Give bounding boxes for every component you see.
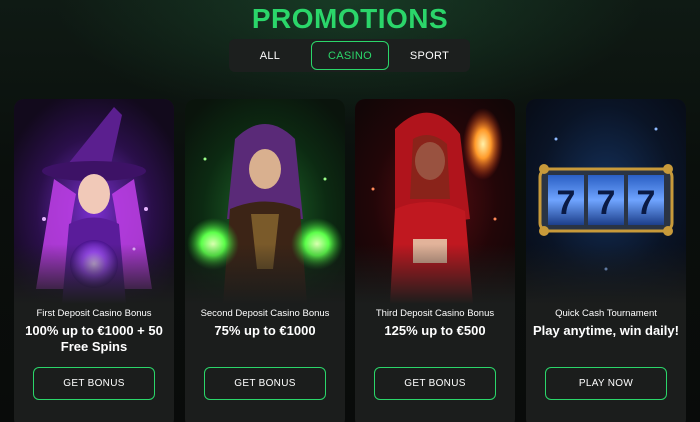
get-bonus-button[interactable]: GET BONUS bbox=[33, 367, 155, 400]
promo-offer: 100% up to €1000 + 50 Free Spins bbox=[25, 323, 163, 354]
promotions-page: PROMOTIONS ALL CASINO SPORT First Deposi… bbox=[0, 0, 700, 422]
slot-machine-777-illustration: 7 7 7 bbox=[526, 99, 686, 304]
tab-sport[interactable]: SPORT bbox=[389, 41, 470, 70]
promo-offer: 75% up to €1000 bbox=[214, 323, 316, 338]
purple-witch-illustration bbox=[14, 99, 174, 304]
tab-casino[interactable]: CASINO bbox=[311, 41, 389, 70]
promo-offer: Play anytime, win daily! bbox=[533, 323, 679, 338]
promo-card-quick-cash-tournament: 7 7 7 Quick Cash Tournament Play anytime… bbox=[526, 99, 686, 422]
slot-reel-symbol: 7 bbox=[637, 184, 656, 222]
get-bonus-button[interactable]: GET BONUS bbox=[204, 367, 326, 400]
promo-card-third-deposit: Third Deposit Casino Bonus 125% up to €5… bbox=[355, 99, 515, 422]
promo-name: Quick Cash Tournament bbox=[555, 308, 657, 319]
page-title: PROMOTIONS bbox=[251, 3, 449, 34]
promo-name: Third Deposit Casino Bonus bbox=[375, 308, 495, 319]
play-now-button[interactable]: PLAY NOW bbox=[545, 367, 667, 400]
promo-name: Second Deposit Casino Bonus bbox=[200, 308, 330, 319]
promo-card-second-deposit: Second Deposit Casino Bonus 75% up to €1… bbox=[185, 99, 345, 422]
promo-offer: 125% up to €500 bbox=[384, 323, 486, 338]
promo-card-first-deposit: First Deposit Casino Bonus 100% up to €1… bbox=[14, 99, 174, 422]
promo-name: First Deposit Casino Bonus bbox=[36, 308, 152, 319]
slot-reel-symbol: 7 bbox=[557, 184, 576, 222]
slot-reel-symbol: 7 bbox=[597, 184, 616, 222]
green-sorceress-illustration bbox=[185, 99, 345, 304]
red-hooded-woman-illustration bbox=[355, 99, 515, 304]
category-tabs: ALL CASINO SPORT bbox=[229, 39, 470, 72]
get-bonus-button[interactable]: GET BONUS bbox=[374, 367, 496, 400]
tab-all[interactable]: ALL bbox=[229, 41, 311, 70]
